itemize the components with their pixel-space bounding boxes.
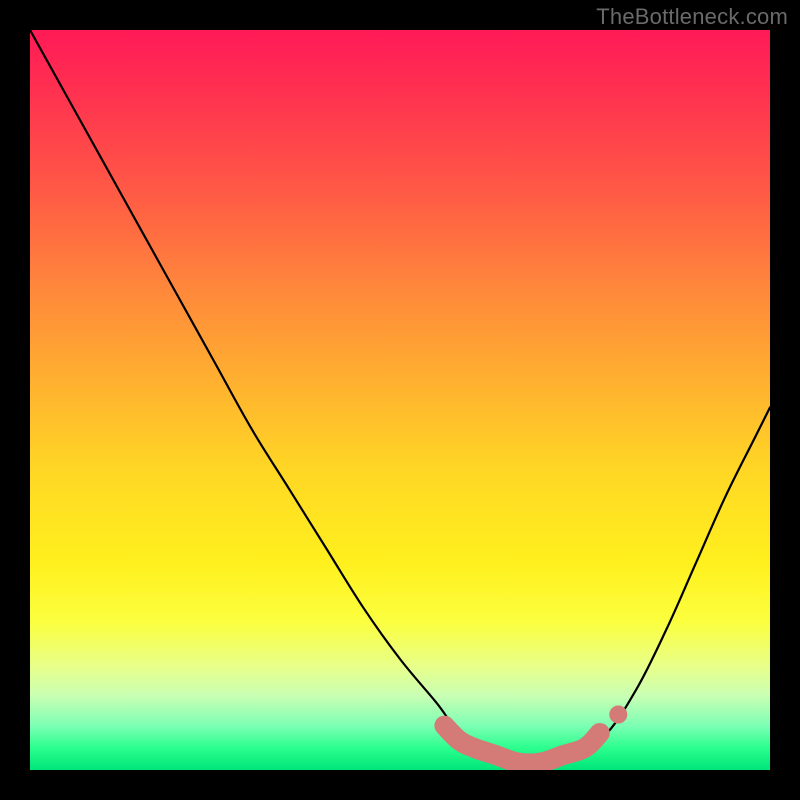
sweet-spot-end-dot: [609, 706, 627, 724]
sweet-spot-overlay-path: [444, 726, 599, 764]
attribution-text: TheBottleneck.com: [596, 4, 788, 30]
plot-area: [30, 30, 770, 770]
bottleneck-curve-path: [30, 30, 770, 764]
chart-svg: [30, 30, 770, 770]
chart-frame: TheBottleneck.com: [0, 0, 800, 800]
